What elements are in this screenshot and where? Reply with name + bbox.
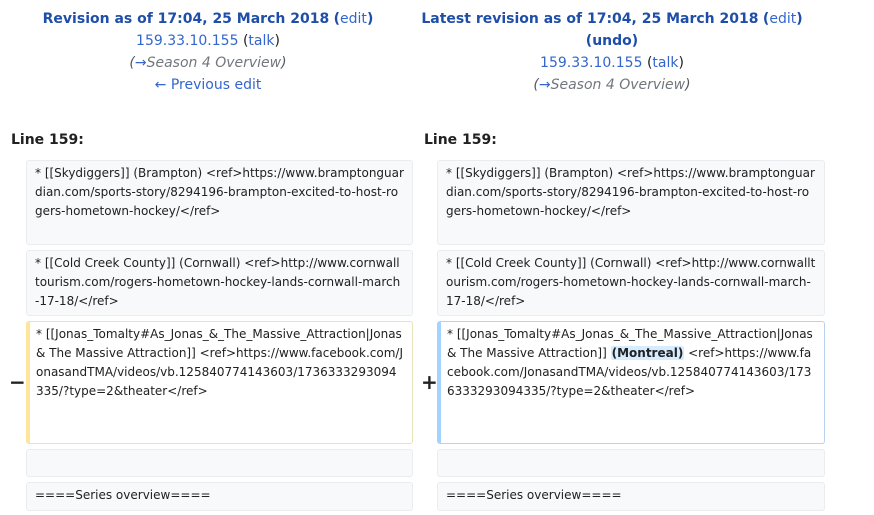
- undo-link[interactable]: undo: [592, 33, 632, 49]
- old-revision-edit-link[interactable]: edit: [340, 11, 367, 27]
- diff-context-right: ====Series overview====: [437, 482, 825, 511]
- diff-context-right-empty: [437, 449, 825, 477]
- latest-revision-section-arrow[interactable]: →: [539, 77, 551, 93]
- old-revision-title: Revision as of 17:04, 25 March 2018 (edi…: [42, 11, 374, 27]
- diff-deleted-line: * [[Jonas_Tomalty#As_Jonas_&_The_Massive…: [26, 321, 413, 444]
- diff-minus-marker: −: [9, 370, 26, 394]
- latest-revision-header: Latest revision as of 17:04, 25 March 20…: [406, 8, 818, 96]
- previous-edit-link[interactable]: ← Previous edit: [155, 77, 262, 93]
- diff-added-line: * [[Jonas_Tomalty#As_Jonas_&_The_Massive…: [437, 321, 825, 444]
- latest-revision-title-text: Latest revision as of 17:04, 25 March 20…: [421, 11, 759, 27]
- old-revision-section: Season 4 Overview: [146, 55, 282, 71]
- old-revision-summary: (→Season 4 Overview): [129, 55, 287, 71]
- diff-context-left: * [[Skydiggers]] (Brampton) <ref>https:/…: [26, 160, 413, 245]
- diff-context-left: ====Series overview====: [26, 482, 413, 511]
- diff-plus-marker: +: [421, 370, 438, 394]
- diff-context-left: * [[Cold Creek County]] (Cornwall) <ref>…: [26, 250, 413, 316]
- diff-context-left-empty: [26, 449, 413, 477]
- old-revision-header: Revision as of 17:04, 25 March 2018 (edi…: [2, 8, 414, 96]
- latest-revision-user-line: 159.33.10.155 (talk): [540, 55, 684, 71]
- line-number-left: Line 159:: [11, 132, 84, 148]
- latest-revision-user-link[interactable]: 159.33.10.155: [540, 55, 642, 71]
- latest-revision-section: Season 4 Overview: [550, 77, 686, 93]
- old-revision-talk-link[interactable]: talk: [248, 33, 274, 49]
- latest-revision-title: Latest revision as of 17:04, 25 March 20…: [421, 11, 803, 27]
- latest-revision-summary: (→Season 4 Overview): [533, 77, 691, 93]
- latest-revision-edit-link[interactable]: edit: [769, 11, 796, 27]
- old-revision-user-link[interactable]: 159.33.10.155: [136, 33, 238, 49]
- old-revision-title-text: Revision as of 17:04, 25 March 2018: [42, 11, 330, 27]
- diff-context-right: * [[Skydiggers]] (Brampton) <ref>https:/…: [437, 160, 825, 245]
- line-number-right: Line 159:: [424, 132, 497, 148]
- latest-revision-talk-link[interactable]: talk: [652, 55, 678, 71]
- old-revision-section-arrow[interactable]: →: [135, 55, 147, 71]
- inserted-text: (Montreal): [610, 346, 685, 360]
- old-revision-user-line: 159.33.10.155 (talk): [136, 33, 280, 49]
- diff-context-right: * [[Cold Creek County]] (Cornwall) <ref>…: [437, 250, 825, 316]
